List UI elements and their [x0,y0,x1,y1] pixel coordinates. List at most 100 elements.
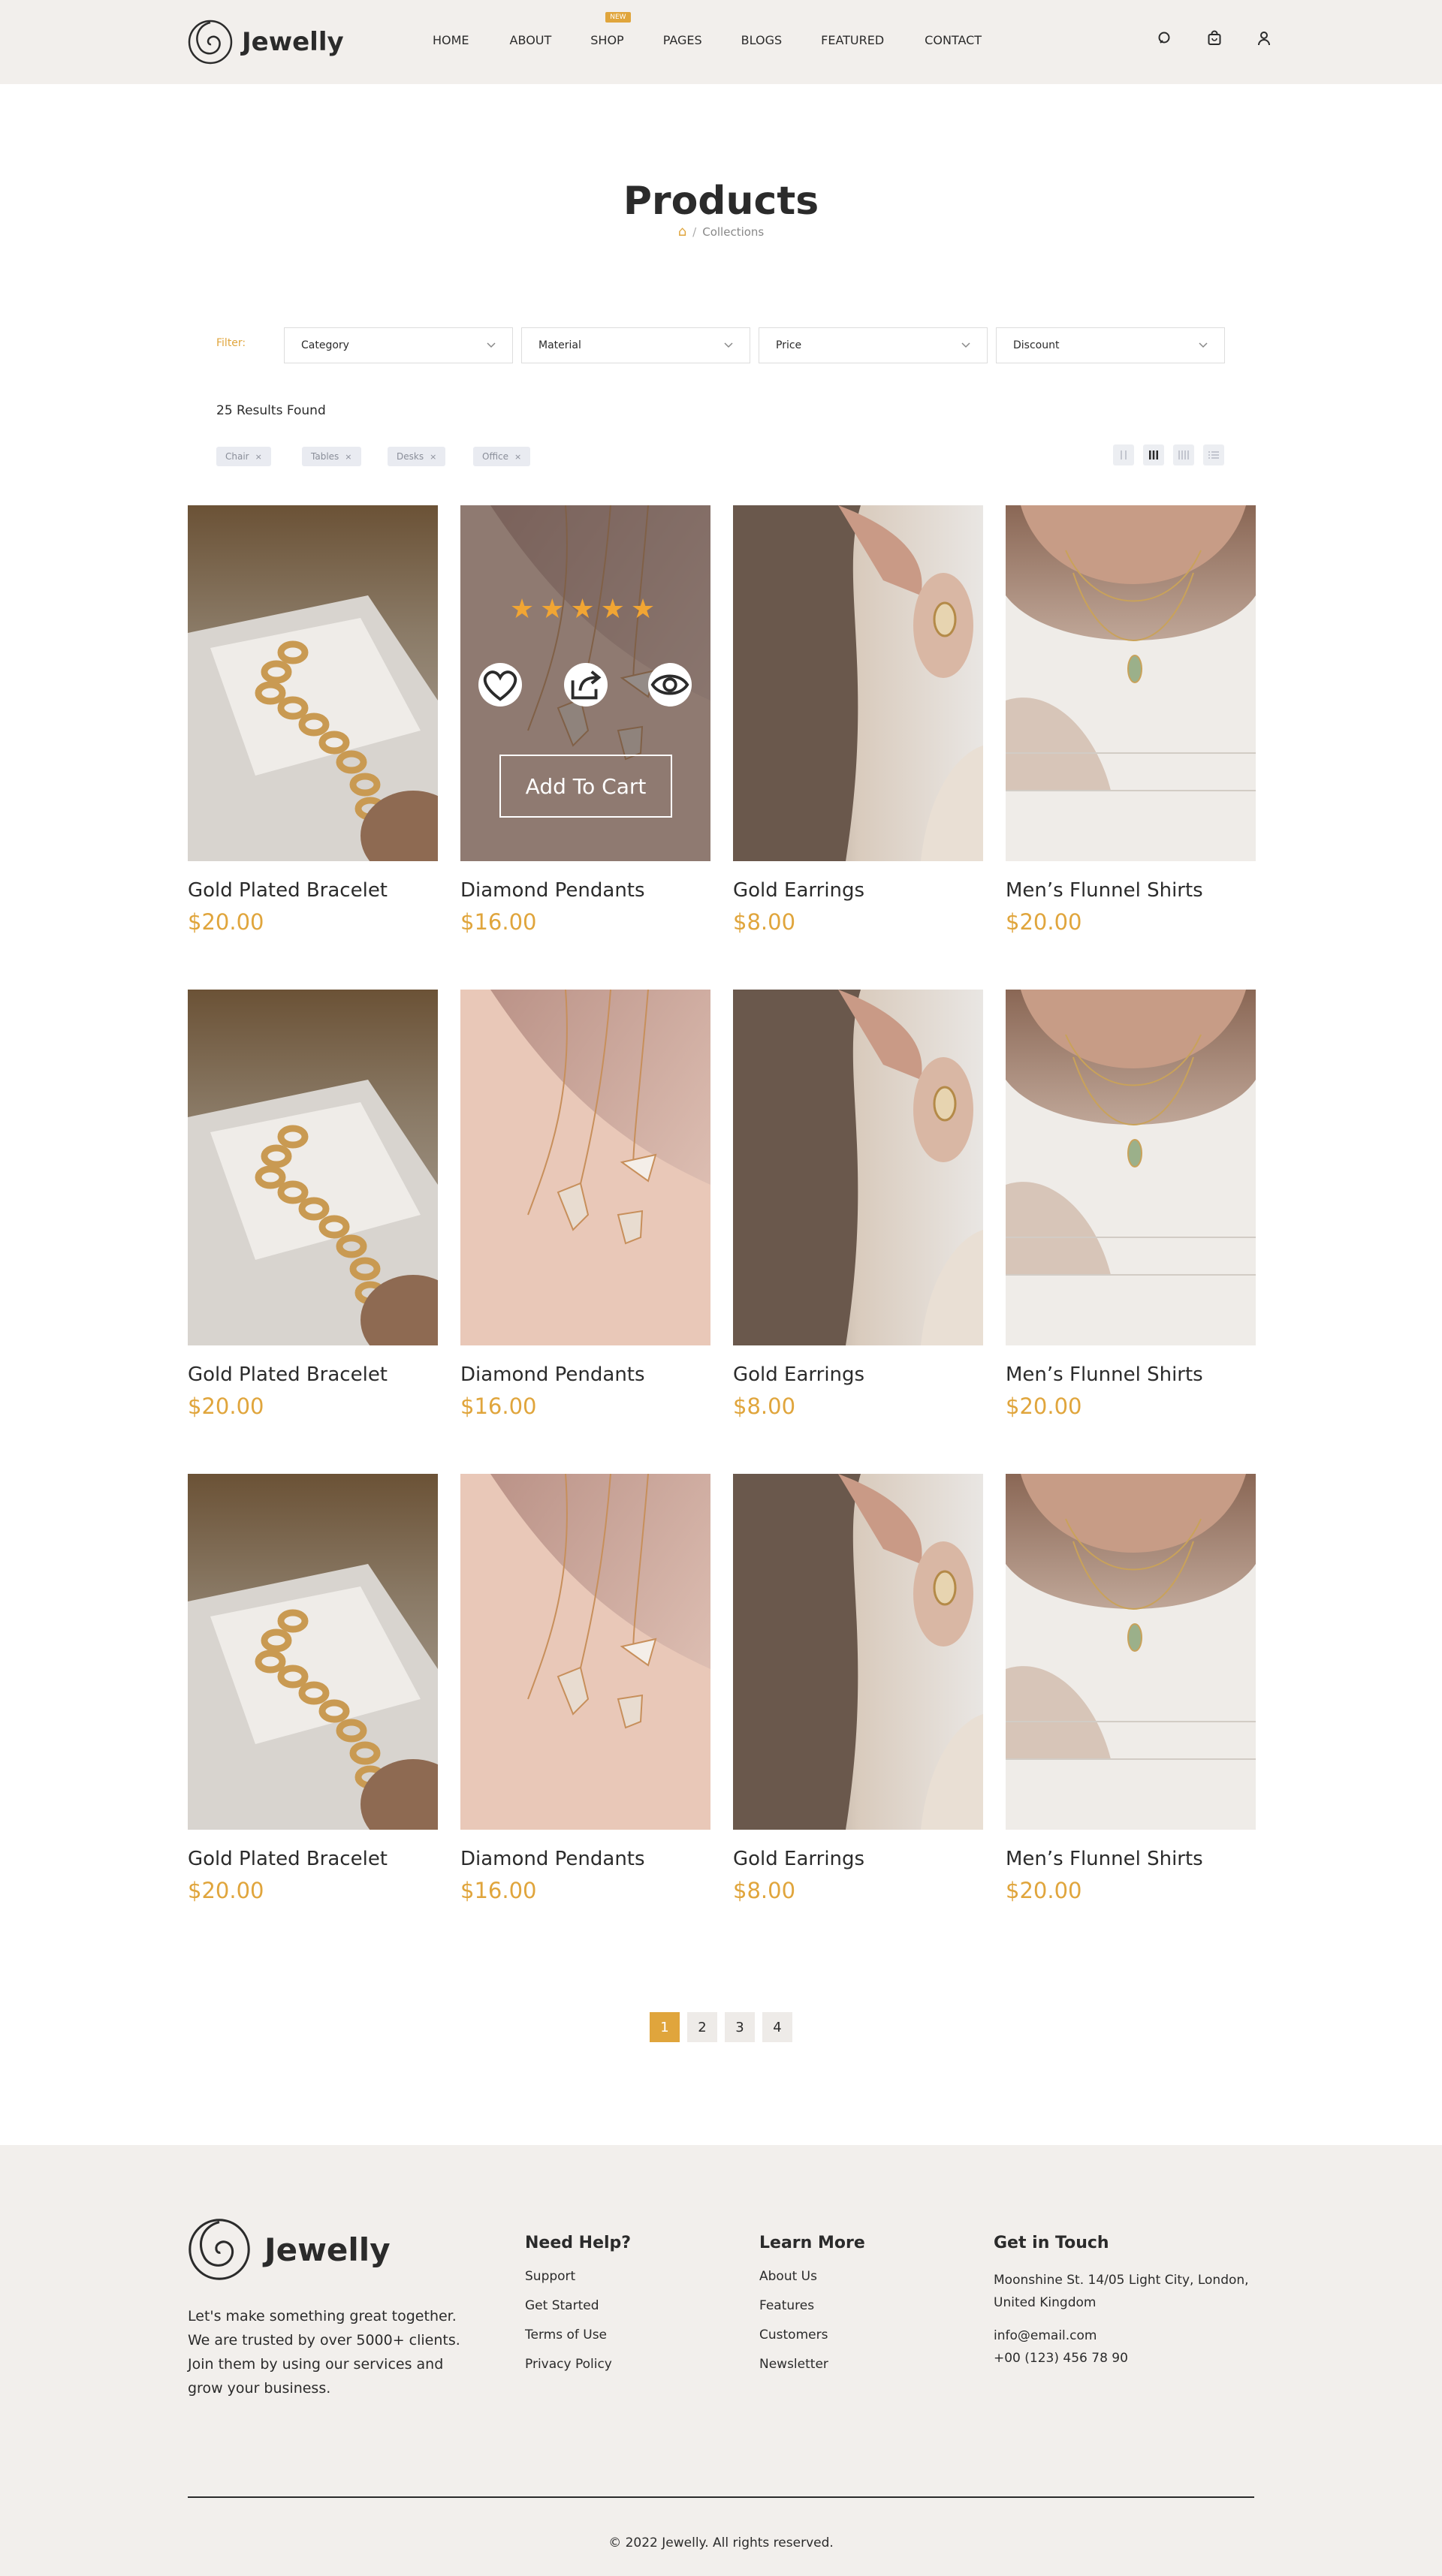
nav-about[interactable]: ABOUT [510,33,552,47]
product-name[interactable]: Men’s Flunnel Shirts [1006,879,1256,902]
home-icon[interactable]: ⌂ [678,224,686,240]
product-card[interactable]: Gold Earrings $8.00 [733,505,983,935]
filter-tag-tables[interactable]: Tables × [302,447,361,466]
product-image[interactable] [1006,990,1256,1345]
grid-3-button[interactable] [1143,444,1164,465]
chevron-down-icon [1199,342,1208,348]
product-image[interactable] [1006,1474,1256,1830]
product-card[interactable]: Gold Plated Bracelet $20.00 [188,990,438,1419]
nav-home[interactable]: HOME [433,33,469,47]
filter-label: Filter: [216,337,246,349]
heart-icon [483,670,517,701]
product-card[interactable]: Men’s Flunnel Shirts $20.00 [1006,1474,1256,1903]
product-name[interactable]: Gold Plated Bracelet [188,1363,438,1386]
page-button-1[interactable]: 1 [650,2012,680,2042]
page-button-4[interactable]: 4 [762,2012,792,2042]
product-image[interactable] [188,505,438,861]
dropdown-label: Category [301,339,349,351]
add-to-cart-button[interactable]: Add To Cart [499,755,672,818]
product-image[interactable] [733,505,983,861]
product-name[interactable]: Diamond Pendants [460,879,710,902]
page-button-3[interactable]: 3 [725,2012,755,2042]
footer-link-features[interactable]: Features [759,2298,865,2313]
product-card[interactable]: Diamond Pendants $16.00 [460,1474,710,1903]
filter-tag-office[interactable]: Office × [473,447,531,466]
product-name[interactable]: Diamond Pendants [460,1363,710,1386]
grid-4-button[interactable] [1173,444,1194,465]
nav-featured[interactable]: FEATURED [821,33,884,47]
grid-2-button[interactable] [1113,444,1134,465]
footer-link-newsletter[interactable]: Newsletter [759,2357,865,2372]
filter-tag-desks[interactable]: Desks × [388,447,446,466]
brand-name: Jewelly [242,27,344,57]
search-icon[interactable] [1157,30,1173,47]
product-image[interactable] [733,990,983,1345]
cart-icon[interactable] [1206,30,1223,47]
product-name[interactable]: Gold Earrings [733,1363,983,1386]
chevron-down-icon [961,342,970,348]
product-photo [188,505,438,861]
product-image[interactable]: ★★★★★ Add To Cart [460,505,710,861]
remove-tag-icon[interactable]: × [430,452,436,462]
product-card[interactable]: Diamond Pendants $16.00 [460,990,710,1419]
remove-tag-icon[interactable]: × [345,452,351,462]
nav-blogs[interactable]: BLOGS [741,33,782,47]
product-card[interactable]: Gold Earrings $8.00 [733,990,983,1419]
product-price: $20.00 [188,1393,264,1419]
brand-logo[interactable]: Jewelly [188,18,344,66]
product-image[interactable] [460,990,710,1345]
product-name[interactable]: Gold Earrings [733,879,983,902]
product-name[interactable]: Gold Earrings [733,1848,983,1870]
product-image[interactable] [188,1474,438,1830]
user-icon[interactable] [1256,30,1272,47]
product-name[interactable]: Men’s Flunnel Shirts [1006,1848,1256,1870]
material-dropdown[interactable]: Material [521,327,750,363]
product-card[interactable]: Gold Plated Bracelet $20.00 [188,505,438,935]
logo-spiral-icon [188,20,233,65]
list-view-button[interactable] [1203,444,1224,465]
product-image[interactable] [733,1474,983,1830]
discount-dropdown[interactable]: Discount [996,327,1225,363]
share-button[interactable] [564,663,608,707]
product-card[interactable]: ★★★★★ Add To Cart Diamond Pendants $16.00 [460,505,710,935]
product-image[interactable] [1006,505,1256,861]
footer-phone[interactable]: +00 (123) 456 78 90 [994,2347,1264,2370]
footer-email[interactable]: info@email.com [994,2324,1264,2347]
quick-view-button[interactable] [648,663,692,707]
header-actions [1157,30,1272,47]
product-name[interactable]: Men’s Flunnel Shirts [1006,1363,1256,1386]
remove-tag-icon[interactable]: × [514,452,521,462]
category-dropdown[interactable]: Category [284,327,513,363]
footer-link-customers[interactable]: Customers [759,2327,865,2343]
nav-shop[interactable]: SHOP New [590,12,631,47]
footer-link-about-us[interactable]: About Us [759,2269,865,2284]
footer-about-text: Let's make something great together. We … [188,2308,460,2397]
product-price: $20.00 [188,909,264,935]
wishlist-button[interactable] [478,663,522,707]
product-card[interactable]: Men’s Flunnel Shirts $20.00 [1006,990,1256,1419]
product-name[interactable]: Diamond Pendants [460,1848,710,1870]
product-card[interactable]: Men’s Flunnel Shirts $20.00 [1006,505,1256,935]
product-image[interactable] [188,990,438,1345]
view-toggle [1113,444,1224,465]
product-image[interactable] [460,1474,710,1830]
grid-2-icon [1121,450,1127,459]
remove-tag-icon[interactable]: × [255,452,262,462]
footer-column-title: Learn More [759,2234,865,2252]
filter-tag-chair[interactable]: Chair × [216,447,271,466]
footer-link-support[interactable]: Support [525,2269,631,2284]
product-card[interactable]: Gold Earrings $8.00 [733,1474,983,1903]
nav-pages[interactable]: PAGES [663,33,702,47]
nav-contact[interactable]: CONTACT [925,33,982,47]
product-name[interactable]: Gold Plated Bracelet [188,879,438,902]
page-button-2[interactable]: 2 [687,2012,717,2042]
product-name[interactable]: Gold Plated Bracelet [188,1848,438,1870]
dropdown-label: Discount [1013,339,1060,351]
footer-link-privacy[interactable]: Privacy Policy [525,2357,631,2372]
price-dropdown[interactable]: Price [759,327,988,363]
product-card[interactable]: Gold Plated Bracelet $20.00 [188,1474,438,1903]
footer-link-terms[interactable]: Terms of Use [525,2327,631,2343]
footer-logo[interactable]: Jewelly [188,2216,391,2283]
footer-link-get-started[interactable]: Get Started [525,2298,631,2313]
main-nav: HOME ABOUT SHOP New PAGES BLOGS FEATURED… [433,12,982,47]
